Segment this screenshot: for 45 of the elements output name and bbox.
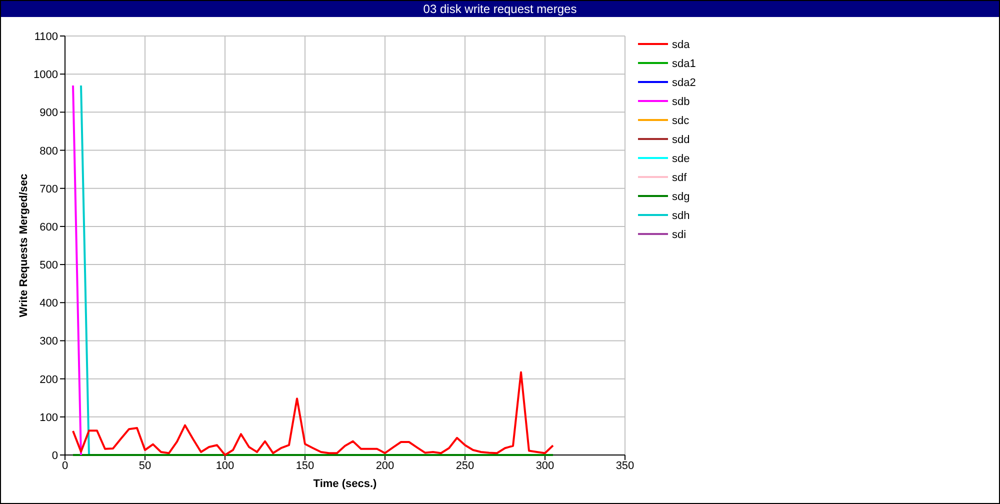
tick-label: 250 (456, 460, 474, 472)
legend-label: sda (672, 39, 690, 51)
tick-label: 400 (40, 298, 58, 310)
tick-label: 800 (40, 145, 58, 158)
legend-label: sdc (672, 115, 690, 127)
tick-label: 150 (296, 460, 314, 472)
tick-label: 0 (62, 460, 68, 472)
tick-label: 600 (40, 221, 58, 234)
tick-label: 900 (40, 107, 58, 120)
tick-label: 200 (40, 374, 58, 386)
tick-label: 1100 (34, 31, 58, 43)
legend-line (638, 176, 668, 178)
legend-label: sdb (672, 96, 690, 108)
tick-label: 500 (40, 260, 58, 272)
legend-label: sdh (672, 210, 690, 222)
tick-label: 100 (216, 460, 234, 472)
chart-title: 03 disk write request merges (1, 1, 999, 17)
legend-line (638, 233, 668, 235)
legend-line (638, 157, 668, 159)
legend-line (638, 119, 668, 121)
tick-label: 300 (40, 336, 58, 348)
legend-line (638, 100, 668, 102)
axis-label: Write Requests Merged/sec (18, 174, 30, 318)
tick-label: 300 (536, 460, 554, 472)
legend-label: sda1 (672, 58, 696, 70)
legend-label: sde (672, 153, 690, 165)
tick-label: 50 (138, 460, 152, 472)
tick-label: 1000 (34, 69, 58, 82)
legend-label: sdf (672, 172, 687, 184)
tick-label: 350 (616, 460, 634, 472)
legend-line (638, 62, 668, 64)
legend-line (638, 138, 668, 140)
legend-line (638, 43, 668, 45)
legend-label: sdi (672, 229, 686, 241)
legend-line (638, 214, 668, 216)
tick-label: 700 (40, 183, 58, 196)
legend-line (638, 81, 668, 83)
legend-label: sdd (672, 134, 690, 146)
tick-label: 0 (52, 450, 58, 462)
legend-line (638, 195, 668, 197)
axis-label: Time (secs.) (313, 478, 377, 490)
tick-label: 100 (40, 412, 58, 424)
legend-label: sda2 (672, 77, 696, 89)
tick-label: 200 (376, 460, 394, 472)
legend-label: sdg (672, 191, 690, 203)
